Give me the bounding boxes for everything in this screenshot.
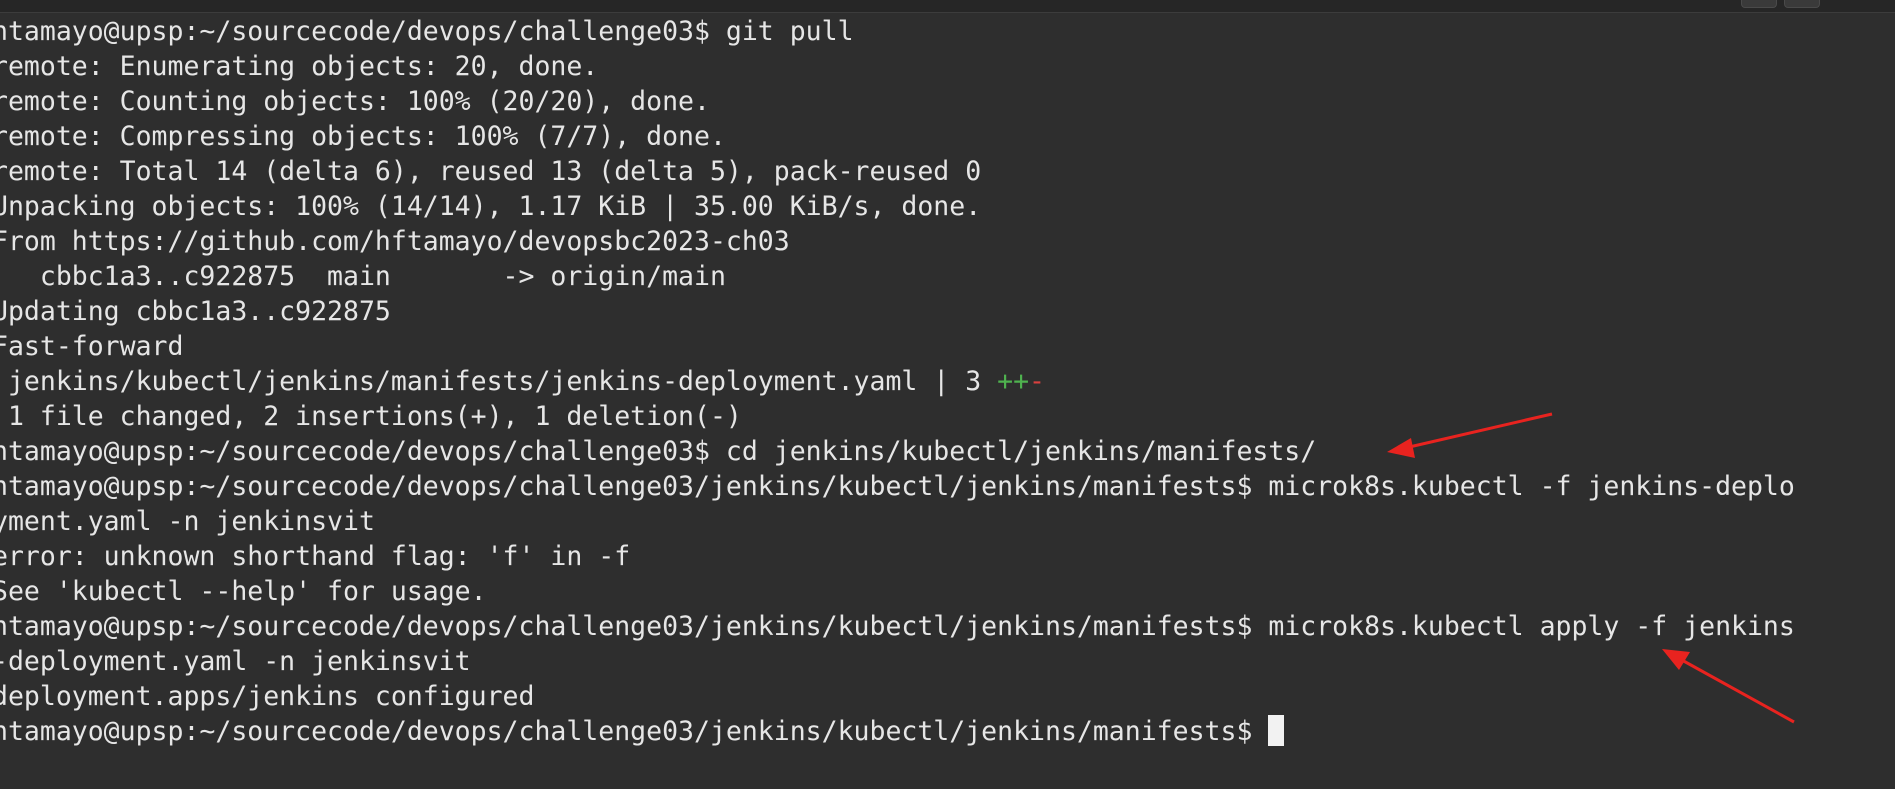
annotation-arrowhead-apply (1662, 649, 1690, 670)
annotation-arrow-cd (1404, 412, 1553, 450)
annotation-arrowhead-cd (1387, 438, 1415, 458)
annotation-overlay (1387, 412, 1795, 724)
annotation-arrow-apply (1679, 657, 1795, 724)
terminal-window: htamayo@upsp:~/sourcecode/devops/challen… (0, 0, 1895, 789)
